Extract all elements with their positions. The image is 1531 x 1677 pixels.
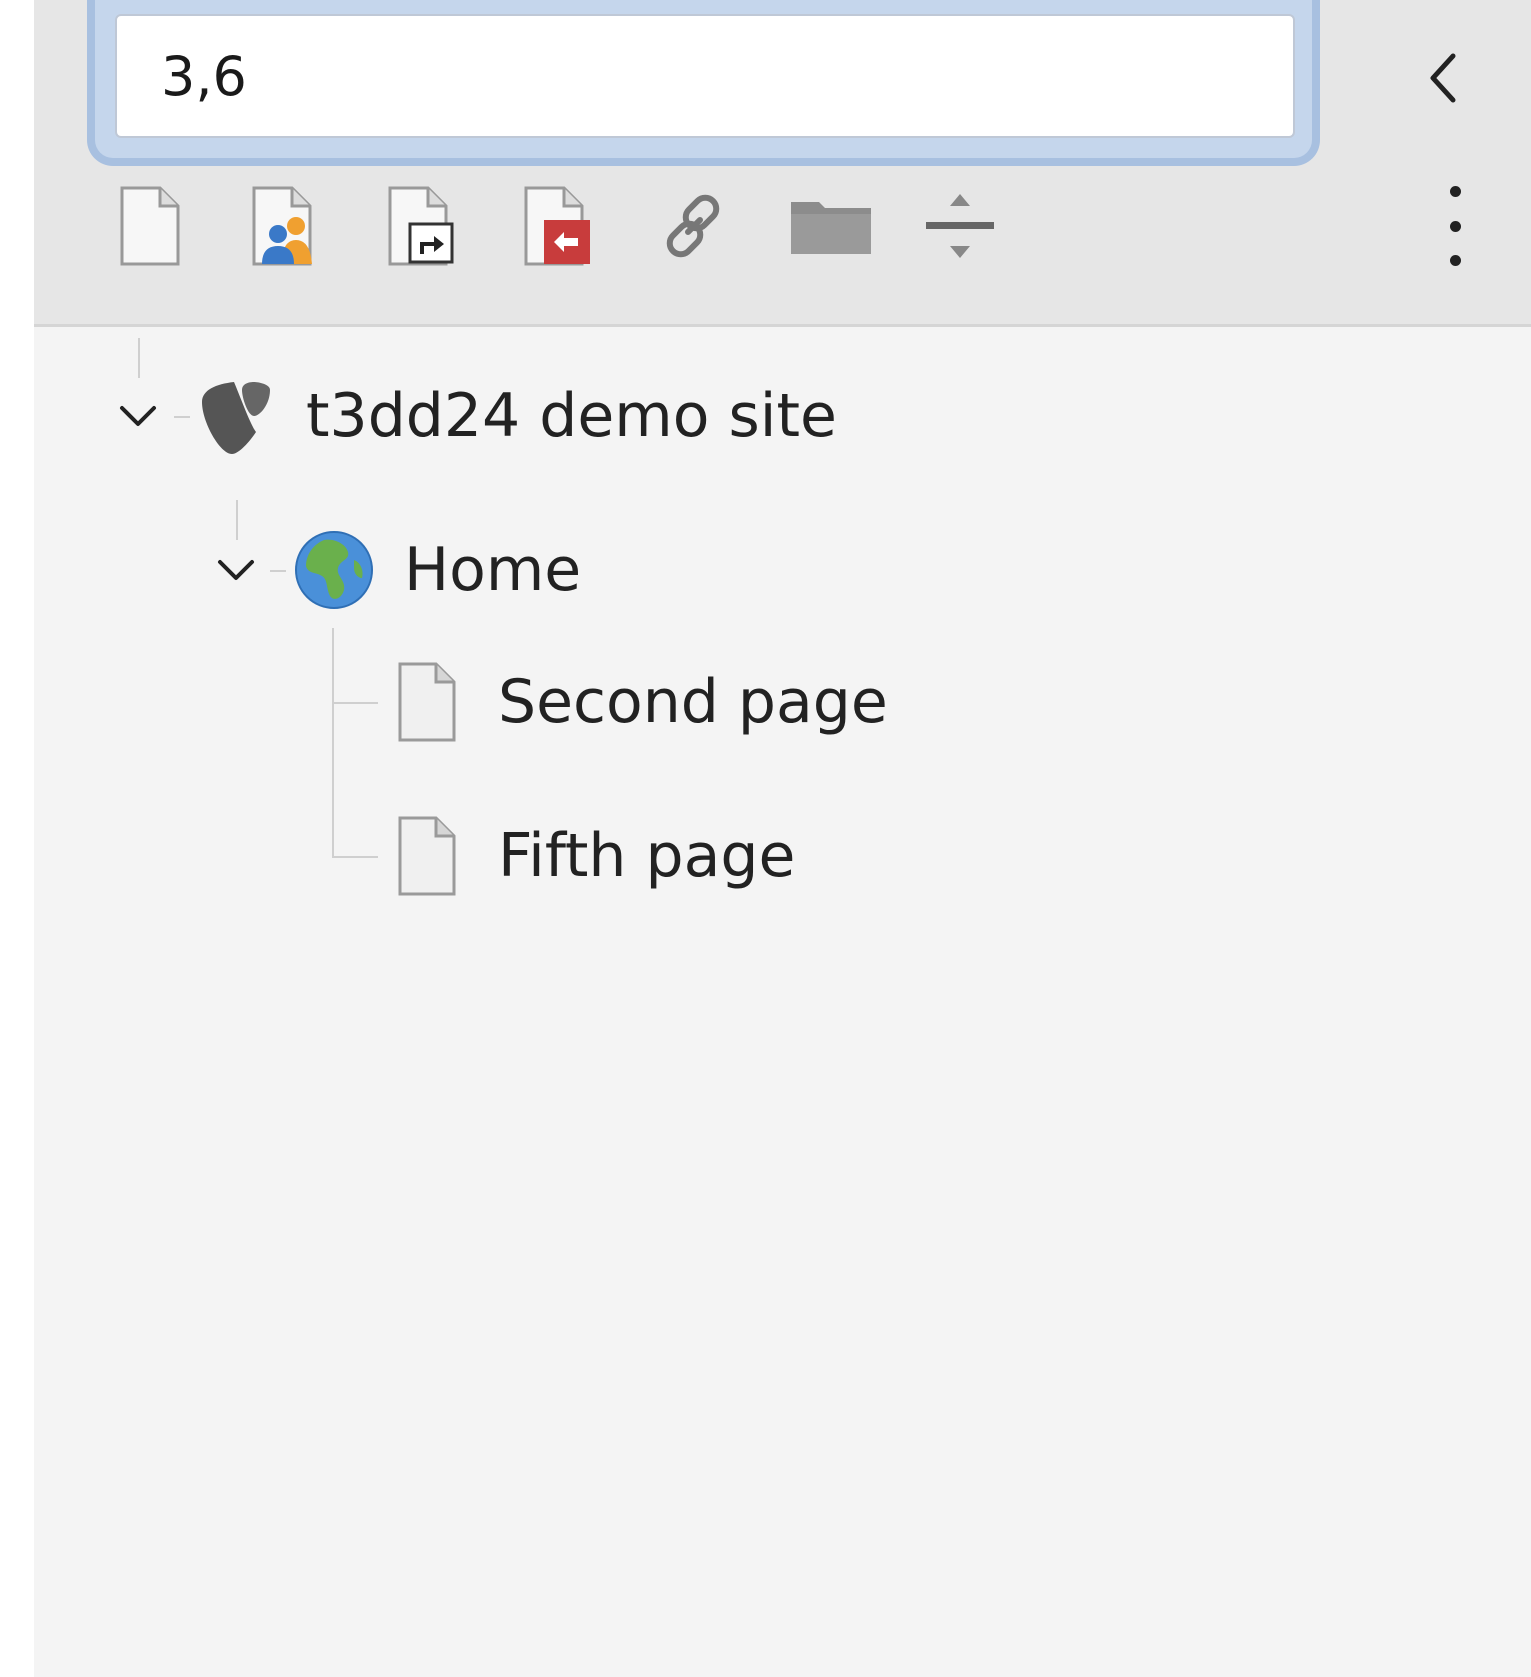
tree-node-site-root[interactable]: t3dd24 demo site xyxy=(110,366,837,466)
new-spacer-icon xyxy=(926,194,994,258)
new-shortcut-icon xyxy=(388,186,454,266)
more-actions-button[interactable] xyxy=(1434,186,1476,266)
tree-node-label: Home xyxy=(404,535,582,605)
page-icon xyxy=(398,816,456,896)
typo3-logo-icon xyxy=(202,382,270,454)
new-link-icon xyxy=(666,194,720,258)
search-focus-ring xyxy=(87,0,1320,166)
tree-node-home[interactable]: Home xyxy=(208,520,581,620)
new-spacer-button[interactable] xyxy=(914,180,1006,272)
new-external-link-icon xyxy=(524,186,590,266)
expand-toggle[interactable] xyxy=(110,388,166,444)
page-icon xyxy=(398,662,456,742)
collapse-navigation-button[interactable] xyxy=(1410,42,1476,114)
page-tree-toolbar xyxy=(34,0,1531,327)
vertical-ellipsis-icon xyxy=(1449,186,1461,197)
tree-filter-input[interactable] xyxy=(115,14,1295,138)
tree-node-label: Second page xyxy=(498,667,888,737)
tree-node-page[interactable]: Fifth page xyxy=(396,806,795,906)
new-folder-icon xyxy=(791,202,871,254)
new-backend-user-section-icon xyxy=(252,186,312,266)
chevron-down-icon xyxy=(218,560,254,580)
page-tree-panel: t3dd24 demo site Home Se xyxy=(34,0,1531,1677)
new-external-link-button[interactable] xyxy=(512,180,604,272)
new-backend-user-section-button[interactable] xyxy=(240,180,332,272)
chevron-left-icon xyxy=(1430,53,1456,103)
new-folder-button[interactable] xyxy=(776,180,886,272)
new-link-button[interactable] xyxy=(648,180,740,272)
expand-toggle[interactable] xyxy=(208,542,264,598)
new-page-icon xyxy=(120,186,180,266)
chevron-down-icon xyxy=(120,406,156,426)
tree-node-page[interactable]: Second page xyxy=(396,652,888,752)
globe-icon xyxy=(295,531,373,609)
tree-node-label: t3dd24 demo site xyxy=(306,381,837,451)
tree-node-label: Fifth page xyxy=(498,821,796,891)
new-page-button[interactable] xyxy=(104,180,196,272)
new-shortcut-button[interactable] xyxy=(376,180,468,272)
